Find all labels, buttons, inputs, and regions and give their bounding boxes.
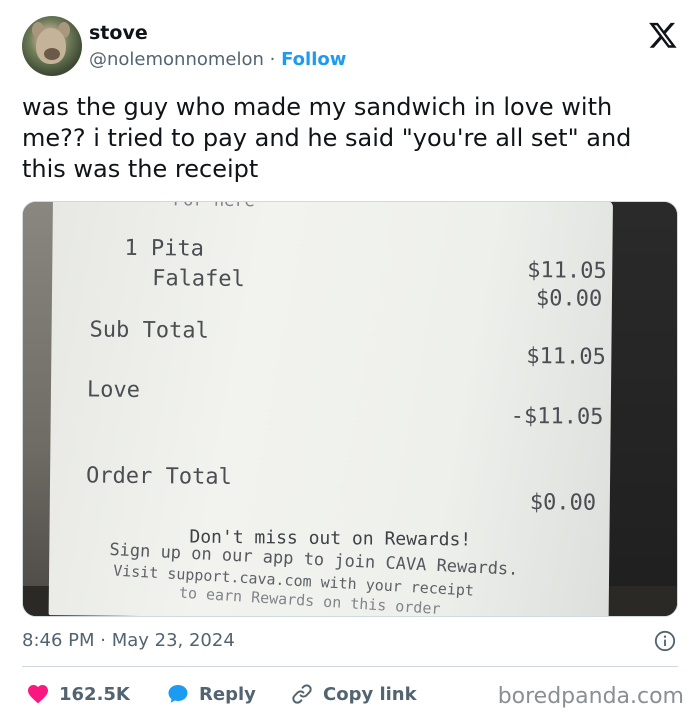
separator-dot: · (269, 49, 276, 70)
reply-label: Reply (199, 683, 256, 705)
receipt-love-value: -$11.05 (510, 403, 604, 430)
receipt-item-sub: Falafel (152, 266, 245, 293)
info-icon[interactable] (654, 630, 676, 652)
like-button[interactable]: 162.5K (26, 680, 130, 708)
x-logo-icon[interactable] (648, 20, 678, 50)
link-icon (292, 684, 312, 704)
follow-button[interactable]: Follow (281, 49, 346, 70)
like-count: 162.5K (59, 683, 130, 705)
receipt-subtotal-label: Sub Total (89, 317, 209, 344)
receipt-top-partial: For here (173, 202, 255, 211)
reply-bubble-icon (168, 685, 188, 703)
receipt-item-price: $11.05 (527, 258, 607, 284)
tweet-text: was the guy who made my sandwich in love… (22, 93, 632, 183)
receipt-order-total-label: Order Total (85, 463, 232, 490)
heart-icon (28, 685, 48, 704)
receipt-subtotal-value: $11.05 (526, 344, 606, 370)
reply-button[interactable]: Reply (166, 680, 256, 708)
receipt-order-total-value: $0.00 (529, 490, 597, 516)
watermark: boredpanda.com (497, 684, 684, 709)
receipt: For here 1 Pita Falafel $11.05 $0.00 Sub… (48, 202, 613, 616)
receipt-love-label: Love (86, 377, 141, 403)
photo-background-right (607, 202, 677, 616)
copy-link-label: Copy link (323, 683, 417, 705)
author-name[interactable]: stove (89, 22, 148, 44)
copy-link-button[interactable]: Copy link (290, 680, 417, 708)
author-handle[interactable]: @nolemonnomelon (89, 49, 264, 70)
author-handle-row: @nolemonnomelon · Follow (89, 49, 346, 70)
avatar[interactable] (22, 16, 82, 76)
tweet-header: stove @nolemonnomelon · Follow (22, 16, 682, 78)
tweet-timestamp[interactable]: 8:46 PM · May 23, 2024 (22, 630, 235, 651)
receipt-item-sub-price: $0.00 (535, 286, 603, 312)
receipt-item: 1 Pita (124, 235, 205, 262)
divider (22, 666, 678, 667)
tweet-photo[interactable]: For here 1 Pita Falafel $11.05 $0.00 Sub… (22, 201, 678, 617)
